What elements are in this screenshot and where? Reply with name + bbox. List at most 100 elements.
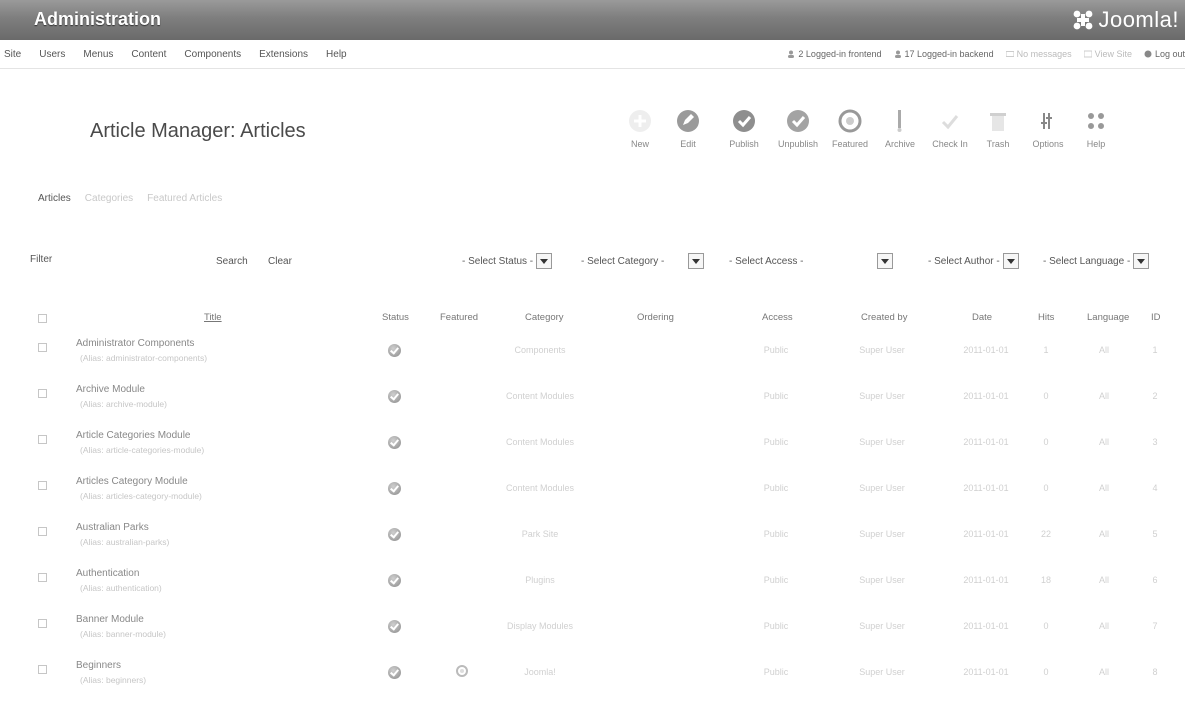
search-button[interactable]: Search [216,256,248,267]
published-status-icon[interactable] [388,436,401,449]
cell-category: Plugins [525,575,555,585]
menu-site[interactable]: Site [4,49,21,60]
tab-categories[interactable]: Categories [85,193,133,204]
select-all-checkbox[interactable] [38,314,47,323]
cell-category: Content Modules [505,437,575,447]
published-status-icon[interactable] [388,344,401,357]
cell-language: All [1098,437,1110,447]
row-checkbox[interactable] [38,619,47,628]
article-title-link[interactable]: Beginners [76,660,121,671]
menu-components[interactable]: Components [184,49,241,60]
column-hits[interactable]: Hits [1038,312,1054,323]
featured-button[interactable]: Featured [825,100,875,158]
options-icon [1041,113,1052,129]
checkin-button[interactable]: Check In [925,100,975,158]
cell-category: Park Site [521,529,559,539]
column-language[interactable]: Language [1087,312,1129,323]
access-select-label: - Select Access - [729,255,804,267]
cell-access: Public [763,391,789,401]
menu-extensions[interactable]: Extensions [259,49,308,60]
article-title-link[interactable]: Article Categories Module [76,430,191,441]
row-checkbox[interactable] [38,573,47,582]
table-row: Article Categories Module (Alias: article… [0,430,1185,474]
published-status-icon[interactable] [388,528,401,541]
column-date[interactable]: Date [972,312,992,323]
access-select[interactable]: - Select Access - [729,252,894,270]
tab-articles[interactable]: Articles [38,193,71,204]
cell-language: All [1098,529,1110,539]
logout-label: Log out [1154,49,1185,59]
messages-label: No messages [1016,49,1072,59]
tab-featured-articles[interactable]: Featured Articles [147,193,222,204]
joomla-logo[interactable]: Joomla! [1072,6,1179,34]
column-created-by[interactable]: Created by [861,312,907,323]
status-select[interactable]: - Select Status - [462,252,553,270]
menu-content[interactable]: Content [131,49,166,60]
users-icon [788,50,795,58]
publish-button[interactable]: Publish [719,100,769,158]
backend-users: 17 Logged-in backend [894,49,994,59]
frontend-users: 2 Logged-in frontend [787,49,882,59]
row-checkbox[interactable] [38,481,47,490]
column-category[interactable]: Category [525,312,564,323]
published-status-icon[interactable] [388,620,401,633]
row-checkbox[interactable] [38,343,47,352]
cell-id: 7 [1152,621,1158,631]
messages-link[interactable]: No messages [1005,49,1072,59]
filter-bar: Filter Search Clear - Select Status - - … [0,250,1185,280]
trash-button[interactable]: Trash [973,100,1023,158]
published-status-icon[interactable] [388,390,401,403]
row-checkbox[interactable] [38,665,47,674]
table-row: Articles Category Module (Alias: articles… [0,476,1185,520]
edit-button[interactable]: Edit [663,100,713,158]
archive-button[interactable]: Archive [875,100,925,158]
main-menu: Site Users Menus Content Components Exte… [0,40,352,68]
author-select-label: - Select Author - [928,255,1000,267]
help-button[interactable]: Help [1071,100,1121,158]
cell-access: Public [763,575,789,585]
article-title-link[interactable]: Australian Parks [76,522,149,533]
row-checkbox[interactable] [38,527,47,536]
published-status-icon[interactable] [388,666,401,679]
cell-access: Public [763,667,789,677]
published-status-icon[interactable] [388,574,401,587]
column-access[interactable]: Access [762,312,793,323]
cell-date: 2011-01-01 [963,667,1009,677]
unpublish-button[interactable]: Unpublish [773,100,823,158]
cell-id: 4 [1152,483,1158,493]
menu-menus[interactable]: Menus [83,49,113,60]
column-title[interactable]: Title [204,312,222,323]
clear-button[interactable]: Clear [268,256,292,267]
article-title-link[interactable]: Authentication [76,568,139,579]
options-button[interactable]: Options [1023,100,1073,158]
cell-hits: 0 [1043,391,1049,401]
cell-category: Components [514,345,566,355]
article-title-link[interactable]: Administrator Components [76,338,194,349]
new-button[interactable]: New [615,100,665,158]
language-select[interactable]: - Select Language - [1043,252,1150,270]
column-featured[interactable]: Featured [440,312,478,323]
view-site-link[interactable]: View Site [1083,49,1132,59]
column-id[interactable]: ID [1151,312,1161,323]
cell-hits: 0 [1043,437,1049,447]
cell-hits: 18 [1040,575,1052,585]
trash-icon [990,113,1006,131]
page-title: Article Manager: Articles [90,120,306,142]
row-checkbox[interactable] [38,435,47,444]
featured-toggle-icon[interactable] [456,665,468,677]
published-status-icon[interactable] [388,482,401,495]
article-title-link[interactable]: Archive Module [76,384,145,395]
author-select[interactable]: - Select Author - [928,252,1019,270]
article-title-link[interactable]: Articles Category Module [76,476,188,487]
chevron-down-icon [1002,253,1019,269]
category-select[interactable]: - Select Category - [581,252,705,270]
column-status[interactable]: Status [382,312,409,323]
menu-users[interactable]: Users [39,49,65,60]
row-checkbox[interactable] [38,389,47,398]
logout-link[interactable]: Log out [1144,49,1185,59]
column-ordering[interactable]: Ordering [637,312,674,323]
table-row: Administrator Components (Alias: administ… [0,338,1185,382]
article-title-link[interactable]: Banner Module [76,614,144,625]
menu-help[interactable]: Help [326,49,347,60]
cell-id: 1 [1152,345,1158,355]
